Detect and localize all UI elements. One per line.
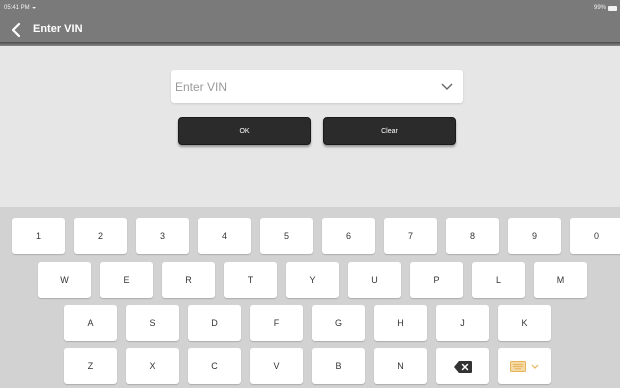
status-bar: 05:41 PM ◒ 99% [0,0,620,18]
key-j[interactable]: J [436,305,489,341]
key-e[interactable]: E [100,262,153,298]
key-z[interactable]: Z [64,348,117,384]
status-time: 05:41 PM [4,5,30,11]
key-d[interactable]: D [188,305,241,341]
key-u[interactable]: U [348,262,401,298]
keyboard-switch-key[interactable] [498,348,551,384]
key-k[interactable]: K [498,305,551,341]
back-button[interactable] [8,20,24,40]
battery-level: 99% [593,5,606,11]
ok-button[interactable]: OK [178,117,311,145]
key-1[interactable]: 1 [12,218,65,254]
vin-input[interactable] [175,70,425,103]
chevron-down-icon[interactable] [441,82,453,92]
key-a[interactable]: A [64,305,117,341]
page-title: Enter VIN [33,23,83,35]
key-s[interactable]: S [126,305,179,341]
key-x[interactable]: X [126,348,179,384]
key-r[interactable]: R [162,262,215,298]
wifi-icon: ◒ [32,4,37,11]
key-0[interactable]: 0 [570,218,620,254]
battery-icon [608,6,617,11]
key-y[interactable]: Y [286,262,339,298]
vin-field[interactable] [171,70,463,103]
clear-button[interactable]: Clear [323,117,456,145]
keyboard-icon [510,361,527,373]
header-divider [0,42,620,46]
key-f[interactable]: F [250,305,303,341]
key-2[interactable]: 2 [74,218,127,254]
backspace-key[interactable] [436,348,489,384]
keyboard: 1 2 3 4 5 6 7 8 9 0 W E R T Y U P L M A … [0,207,620,388]
key-4[interactable]: 4 [198,218,251,254]
chevron-left-icon [11,22,21,38]
key-6[interactable]: 6 [322,218,375,254]
key-9[interactable]: 9 [508,218,561,254]
key-l[interactable]: L [472,262,525,298]
key-h[interactable]: H [374,305,427,341]
chevron-down-icon [531,364,539,369]
key-m[interactable]: M [534,262,587,298]
title-bar: Enter VIN [0,18,620,42]
key-7[interactable]: 7 [384,218,437,254]
key-v[interactable]: V [250,348,303,384]
key-t[interactable]: T [224,262,277,298]
key-5[interactable]: 5 [260,218,313,254]
key-3[interactable]: 3 [136,218,189,254]
key-b[interactable]: B [312,348,365,384]
key-p[interactable]: P [410,262,463,298]
key-n[interactable]: N [374,348,427,384]
backspace-icon [453,360,472,373]
key-g[interactable]: G [312,305,365,341]
key-c[interactable]: C [188,348,241,384]
key-w[interactable]: W [38,262,91,298]
key-8[interactable]: 8 [446,218,499,254]
